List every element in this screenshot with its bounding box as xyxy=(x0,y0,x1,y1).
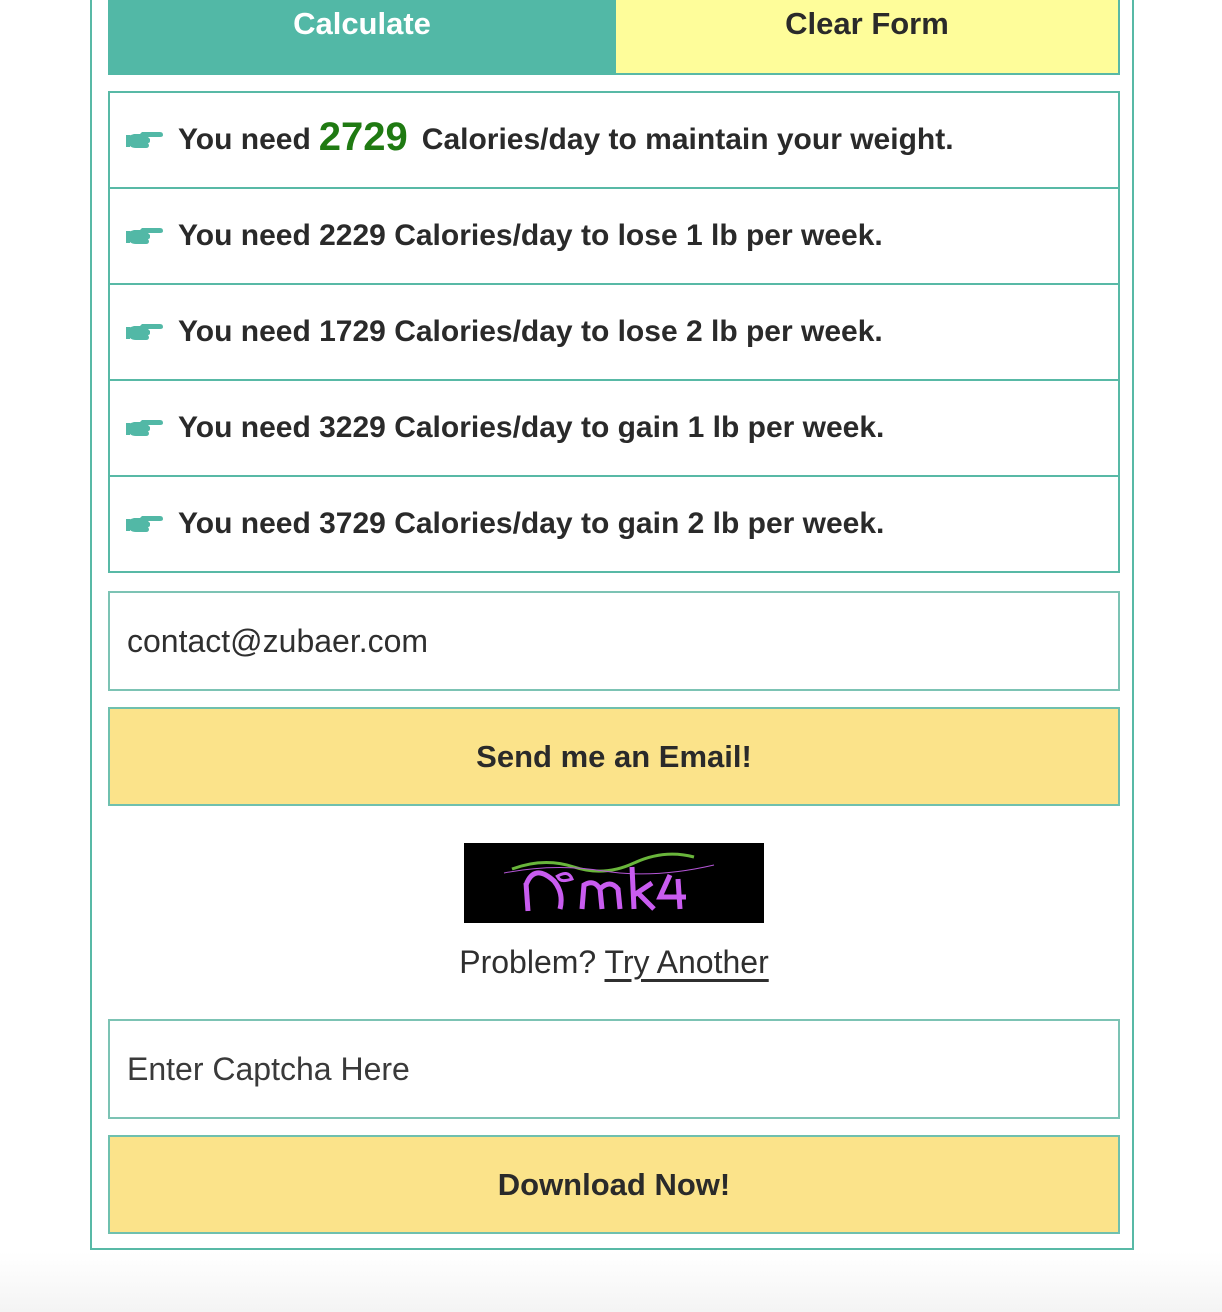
result-row-gain-1lb: You need 3229 Calories/day to gain 1 lb … xyxy=(110,379,1118,475)
download-button[interactable]: Download Now! xyxy=(108,1135,1120,1234)
result-text: You need 1729 Calories/day to lose 2 lb … xyxy=(178,315,883,348)
calculate-button[interactable]: Calculate xyxy=(108,0,616,75)
pointing-hand-icon xyxy=(126,417,166,439)
captcha-input-placeholder: Enter Captcha Here xyxy=(127,1050,410,1087)
captcha-image xyxy=(464,843,764,923)
pointing-hand-icon xyxy=(126,225,166,247)
captcha-input[interactable]: Enter Captcha Here xyxy=(108,1019,1120,1119)
captcha-help-line: Problem? Try Another xyxy=(0,944,1222,981)
pointing-hand-icon xyxy=(126,129,166,151)
pointing-hand-icon xyxy=(126,513,166,535)
result-text: You need 3229 Calories/day to gain 1 lb … xyxy=(178,411,885,444)
pointing-hand-icon xyxy=(126,321,166,343)
email-field-value: contact@zubaer.com xyxy=(127,622,429,659)
email-field[interactable]: contact@zubaer.com xyxy=(108,591,1120,691)
result-row-lose-2lb: You need 1729 Calories/day to lose 2 lb … xyxy=(110,283,1118,379)
send-email-button[interactable]: Send me an Email! xyxy=(108,707,1120,806)
maintain-suffix: Calories/day to maintain your weight. xyxy=(421,123,954,156)
action-button-row: Calculate Clear Form xyxy=(108,0,1120,75)
clear-form-button[interactable]: Clear Form xyxy=(616,0,1120,75)
maintain-calories-number: 2729 xyxy=(318,114,408,159)
bottom-shade xyxy=(0,1252,1222,1312)
result-text: You need 2229 Calories/day to lose 1 lb … xyxy=(178,219,883,252)
result-row-gain-2lb: You need 3729 Calories/day to gain 2 lb … xyxy=(110,475,1118,571)
results-list: You need 2729 Calories/day to maintain y… xyxy=(108,91,1120,573)
try-another-link[interactable]: Try Another xyxy=(605,944,769,980)
result-row-maintain: You need 2729 Calories/day to maintain y… xyxy=(110,93,1118,187)
maintain-prefix: You need xyxy=(178,123,311,156)
problem-text: Problem? xyxy=(459,944,597,980)
page: Calculate Clear Form You need 2729 Calor… xyxy=(0,0,1222,1312)
result-text: You need 3729 Calories/day to gain 2 lb … xyxy=(178,507,885,540)
captcha-graphic xyxy=(503,852,715,912)
result-row-lose-1lb: You need 2229 Calories/day to lose 1 lb … xyxy=(110,187,1118,283)
